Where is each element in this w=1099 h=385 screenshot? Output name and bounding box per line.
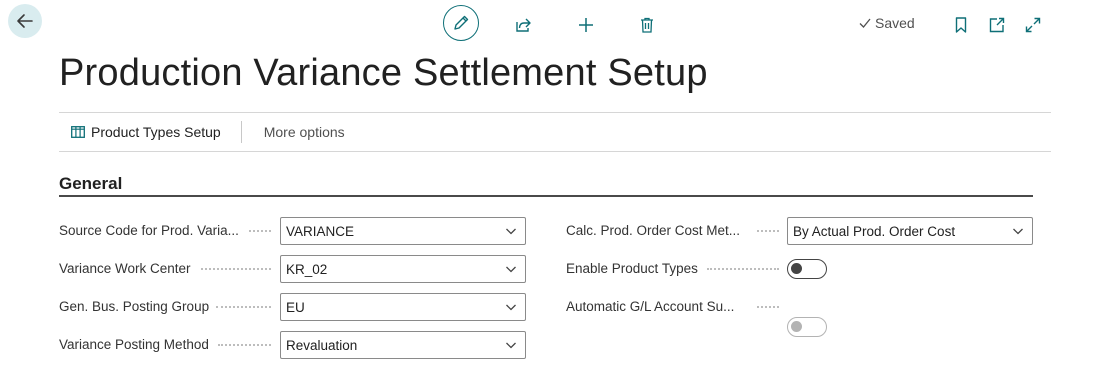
variance-posting-method-value: Revaluation xyxy=(286,337,358,353)
label-leader-dots xyxy=(218,344,271,346)
back-button[interactable] xyxy=(8,4,42,38)
label-leader-dots xyxy=(757,230,779,232)
toggle-knob xyxy=(791,321,802,332)
plus-icon xyxy=(579,18,593,32)
new-button[interactable] xyxy=(574,13,598,37)
edit-button[interactable] xyxy=(443,5,479,41)
calc-prod-order-cost-select[interactable]: By Actual Prod. Order Cost xyxy=(787,217,1033,245)
variance-work-center-value: KR_02 xyxy=(286,261,328,277)
chevron-down-icon xyxy=(506,228,516,235)
expand-button[interactable] xyxy=(1021,13,1045,37)
automatic-gl-account-label: Automatic G/L Account Su... xyxy=(566,299,735,314)
label-leader-dots xyxy=(757,306,779,308)
action-bar-bottom-divider xyxy=(59,151,1051,152)
source-code-select[interactable]: VARIANCE xyxy=(280,217,526,245)
variance-work-center-label: Variance Work Center xyxy=(59,261,191,276)
gen-bus-posting-group-label: Gen. Bus. Posting Group xyxy=(59,299,210,314)
bookmark-icon xyxy=(955,17,967,33)
trash-icon xyxy=(641,17,653,33)
chevron-down-icon xyxy=(506,304,516,311)
source-code-label: Source Code for Prod. Varia... xyxy=(59,223,239,238)
pencil-icon xyxy=(454,15,469,30)
section-underline xyxy=(59,195,1033,197)
page-title: Production Variance Settlement Setup xyxy=(59,52,708,94)
table-icon xyxy=(71,126,85,138)
expand-icon xyxy=(1025,17,1041,33)
enable-product-types-toggle[interactable] xyxy=(787,259,827,279)
chevron-down-icon xyxy=(506,266,516,273)
gen-bus-posting-group-select[interactable]: EU xyxy=(280,293,526,321)
arrow-left-icon xyxy=(17,14,33,28)
share-icon xyxy=(516,18,531,32)
action-bar: Product Types Setup More options xyxy=(59,113,1051,151)
gen-bus-posting-group-value: EU xyxy=(286,299,305,315)
enable-product-types-label: Enable Product Types xyxy=(566,261,698,276)
label-leader-dots xyxy=(201,268,271,270)
toggle-knob xyxy=(791,263,802,274)
calc-prod-order-cost-value: By Actual Prod. Order Cost xyxy=(793,223,956,239)
delete-button[interactable] xyxy=(635,13,659,37)
chevron-down-icon xyxy=(1013,228,1023,235)
section-title-general[interactable]: General xyxy=(59,174,122,194)
label-leader-dots xyxy=(707,268,779,270)
label-leader-dots xyxy=(216,306,271,308)
variance-posting-method-label: Variance Posting Method xyxy=(59,337,209,352)
automatic-gl-account-toggle[interactable] xyxy=(787,317,827,337)
share-button[interactable] xyxy=(511,13,535,37)
calc-prod-order-cost-label: Calc. Prod. Order Cost Met... xyxy=(566,223,741,238)
product-types-setup-label: Product Types Setup xyxy=(91,124,221,140)
variance-work-center-select[interactable]: KR_02 xyxy=(280,255,526,283)
more-options-button[interactable]: More options xyxy=(242,124,345,140)
bookmark-button[interactable] xyxy=(949,13,973,37)
label-leader-dots xyxy=(249,230,271,232)
source-code-value: VARIANCE xyxy=(286,223,355,239)
checkmark-icon xyxy=(859,18,871,28)
open-new-window-button[interactable] xyxy=(985,13,1009,37)
open-new-window-icon xyxy=(989,17,1005,33)
variance-posting-method-select[interactable]: Revaluation xyxy=(280,331,526,359)
chevron-down-icon xyxy=(506,342,516,349)
product-types-setup-action[interactable]: Product Types Setup xyxy=(59,124,221,140)
saved-label: Saved xyxy=(875,15,915,31)
saved-status: Saved xyxy=(858,15,915,31)
